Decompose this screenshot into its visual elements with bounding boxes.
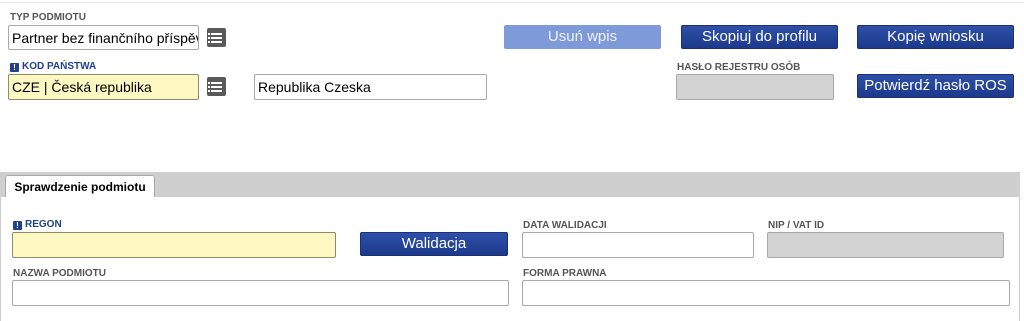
forma-prawna-label: FORMA PRAWNA bbox=[523, 268, 607, 279]
nip-label: NIP / VAT ID bbox=[768, 220, 825, 231]
data-walidacji-label: DATA WALIDACJI bbox=[523, 220, 607, 231]
haslo-field bbox=[676, 74, 834, 100]
kod-panstwa-label: ! KOD PAŃSTWA bbox=[10, 61, 96, 72]
regon-label-text: REGON bbox=[25, 219, 62, 230]
skopiuj-do-profilu-button[interactable]: Skopiuj do profilu bbox=[681, 25, 838, 49]
list-icon bbox=[208, 32, 222, 43]
regon-label: ! REGON bbox=[13, 219, 62, 230]
exclamation-icon: ! bbox=[10, 63, 19, 72]
nazwa-podmiotu-label: NAZWA PODMIOTU bbox=[13, 268, 106, 279]
typ-podmiotu-field[interactable]: Partner bez finančního příspěvku bbox=[8, 25, 199, 50]
kod-panstwa-label-text: KOD PAŃSTWA bbox=[22, 61, 97, 72]
kopie-wniosku-button[interactable]: Kopię wniosku bbox=[857, 25, 1014, 49]
top-divider bbox=[0, 2, 1024, 3]
tab-sprawdzenie-podmiotu[interactable]: Sprawdzenie podmiotu bbox=[5, 175, 155, 198]
list-icon bbox=[208, 81, 222, 92]
regon-field[interactable] bbox=[12, 232, 336, 258]
usun-wpis-button[interactable]: Usuń wpis bbox=[504, 25, 661, 49]
nazwa-podmiotu-field bbox=[12, 280, 509, 306]
haslo-label: HASŁO REJESTRU OSÓB bbox=[677, 62, 801, 73]
walidacja-button[interactable]: Walidacja bbox=[360, 232, 508, 256]
country-name-field: Republika Czeska bbox=[254, 74, 487, 100]
kod-panstwa-field[interactable]: CZE | Česká republika bbox=[8, 74, 199, 100]
data-walidacji-field bbox=[522, 232, 754, 258]
forma-prawna-field bbox=[522, 280, 1010, 306]
kod-panstwa-list-button[interactable] bbox=[207, 77, 226, 96]
exclamation-icon: ! bbox=[13, 221, 22, 230]
typ-podmiotu-label: TYP PODMIOTU bbox=[10, 12, 86, 23]
potwierdz-haslo-button[interactable]: Potwierdź hasło ROS bbox=[857, 74, 1014, 98]
typ-podmiotu-list-button[interactable] bbox=[207, 28, 226, 47]
nip-field bbox=[767, 232, 1004, 258]
